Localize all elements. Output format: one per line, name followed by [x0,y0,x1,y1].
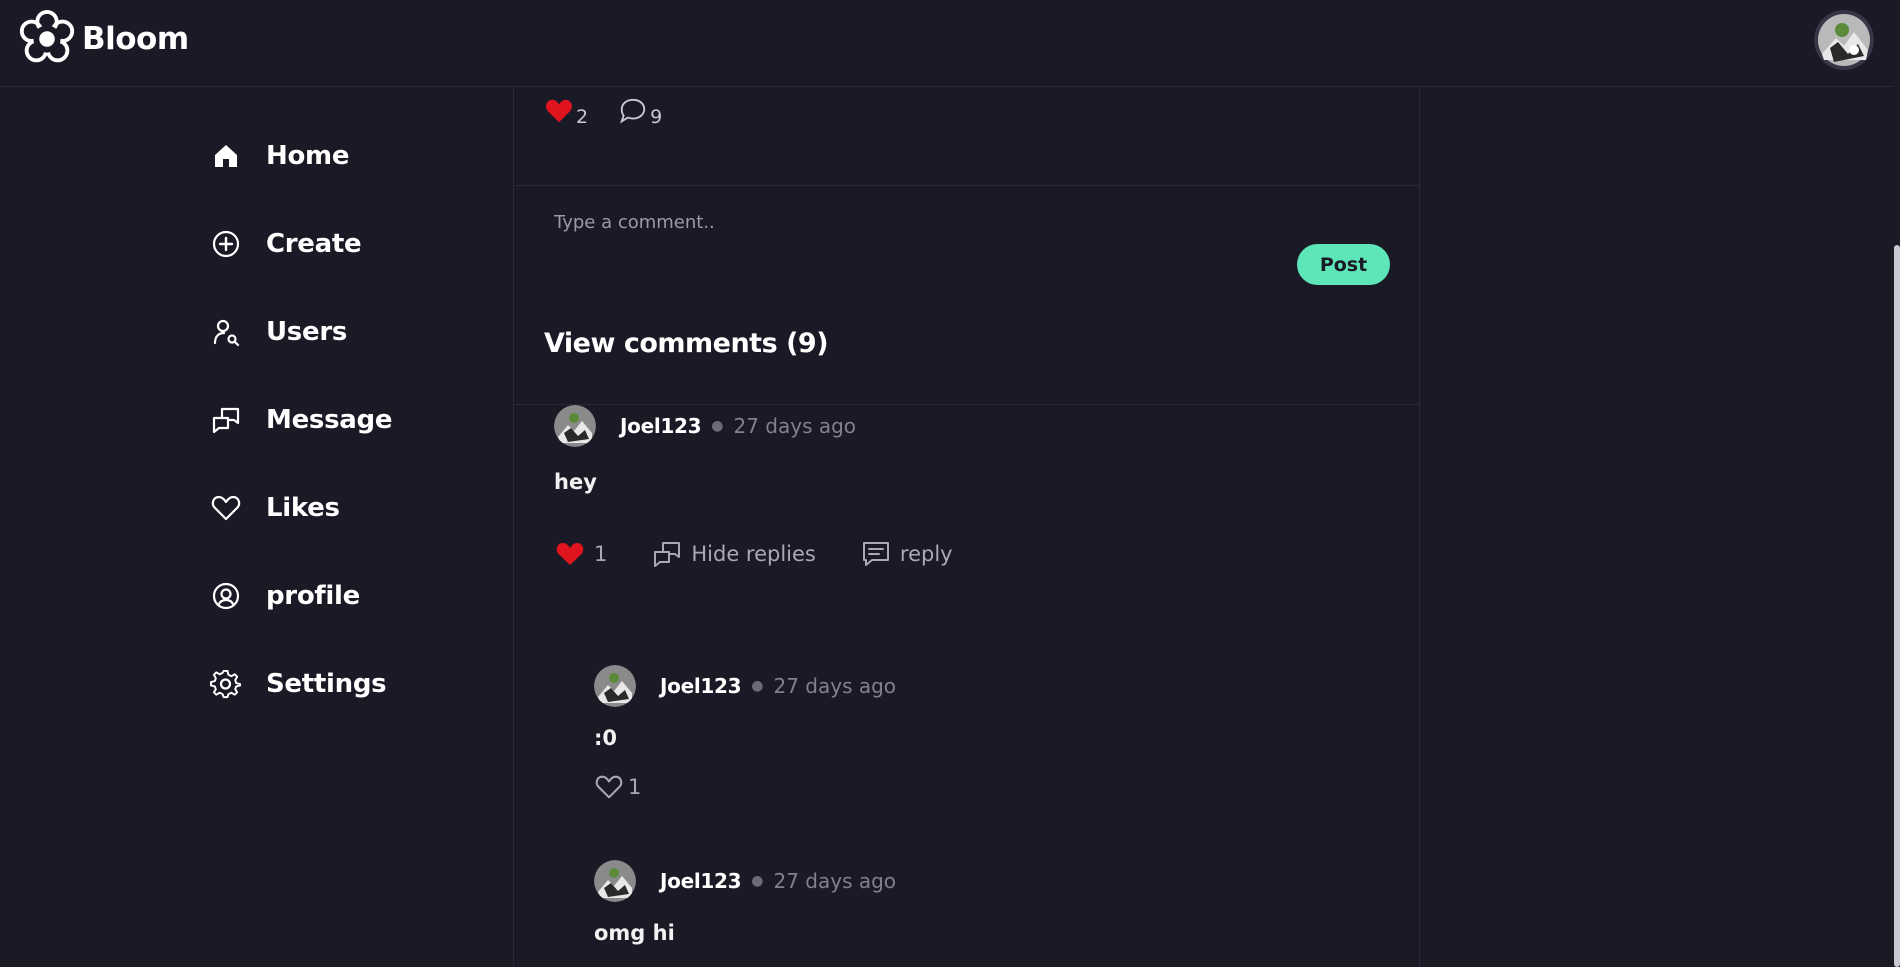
sidebar-item-label: Likes [266,493,340,523]
comment-username[interactable]: Joel123 [660,869,742,893]
brand-name: Bloom [82,21,189,57]
sidebar: Home Create Users Message Likes profile … [0,88,513,967]
comment-actions: 1 Hide replies reply [554,538,997,570]
post-actions: 2 9 [544,96,692,128]
comment-timestamp: 27 days ago [773,869,897,893]
comment-like-button[interactable]: 1 [554,538,607,570]
comment-header: Joel123 ● 27 days ago [554,404,997,448]
user-avatar[interactable] [1814,10,1874,70]
heart-filled-icon [556,543,584,565]
reply-label: reply [899,542,953,566]
avatar[interactable] [594,665,636,707]
sidebar-item-label: Users [266,317,348,347]
comment-text: :0 [594,726,618,750]
comment-input[interactable] [554,206,1154,238]
comment: Joel123 ● 27 days ago hey 1 Hide replies [554,404,997,570]
post-comment-count: 9 [650,106,663,128]
sidebar-item-likes[interactable]: Likes [210,483,340,533]
comment-actions: 1 [594,772,896,802]
sidebar-item-users[interactable]: Users [210,307,347,357]
reply-message-icon [862,542,889,566]
scrollbar-thumb[interactable] [1894,245,1900,967]
comment-like-count: 1 [594,542,608,566]
main-feed: 2 9 Post View comments (9) Joel1 [513,88,1420,967]
sidebar-item-home[interactable]: Home [210,131,349,181]
avatar-image [594,665,636,707]
reply: Joel123 ● 27 days ago omg hi [594,859,896,945]
avatar-image [554,405,596,447]
comment-text: omg hi [594,921,675,945]
comment-form: Post [514,186,1419,405]
comment-username[interactable]: Joel123 [620,414,702,438]
messages-icon [654,542,681,567]
gear-icon [210,669,242,699]
comment-timestamp: 27 days ago [773,674,897,698]
sidebar-item-label: profile [266,581,360,611]
user-circle-icon [212,582,240,610]
comment-username[interactable]: Joel123 [660,674,742,698]
reply: Joel123 ● 27 days ago :0 1 [594,664,896,802]
comment-header: Joel123 ● 27 days ago [594,664,896,708]
sidebar-item-message[interactable]: Message [210,395,392,445]
avatar-image [1814,10,1874,70]
user-search-icon [213,319,240,347]
flower-logo-icon [19,9,75,63]
post-button[interactable]: Post [1297,244,1390,285]
post-comment-button[interactable]: 9 [618,96,663,128]
comment-like-button[interactable]: 1 [594,772,641,802]
hide-replies-label: Hide replies [691,542,816,566]
separator-dot: ● [751,678,764,694]
sidebar-item-settings[interactable]: Settings [210,659,387,709]
top-bar: Bloom [0,0,1894,87]
separator-dot: ● [711,418,724,434]
heart-outline-icon [595,775,623,799]
comment-header: Joel123 ● 27 days ago [594,859,896,903]
comment-bubble-icon [620,98,646,124]
comment-timestamp: 27 days ago [733,414,857,438]
sidebar-item-label: Home [266,141,350,171]
comment-like-count: 1 [628,775,642,799]
sidebar-item-profile[interactable]: profile [210,571,360,621]
post-like-button[interactable]: 2 [544,96,589,128]
brand-logo[interactable]: Bloom [16,8,189,70]
home-icon [215,145,237,167]
post-like-count: 2 [576,106,589,128]
heart-icon [211,495,241,521]
avatar[interactable] [554,405,596,447]
separator-dot: ● [751,873,764,889]
sidebar-item-label: Message [266,405,393,435]
avatar-image [594,860,636,902]
hide-replies-button[interactable]: Hide replies [651,538,816,570]
heart-filled-icon [546,99,572,123]
avatar[interactable] [594,860,636,902]
comment-text: hey [554,470,597,494]
sidebar-item-label: Settings [266,669,387,699]
messages-icon [212,407,240,434]
view-comments-toggle[interactable]: View comments (9) [544,328,829,359]
sidebar-item-create[interactable]: Create [210,219,362,269]
reply-button[interactable]: reply [860,538,953,570]
sidebar-item-label: Create [266,229,362,259]
plus-circle-icon [212,230,240,258]
